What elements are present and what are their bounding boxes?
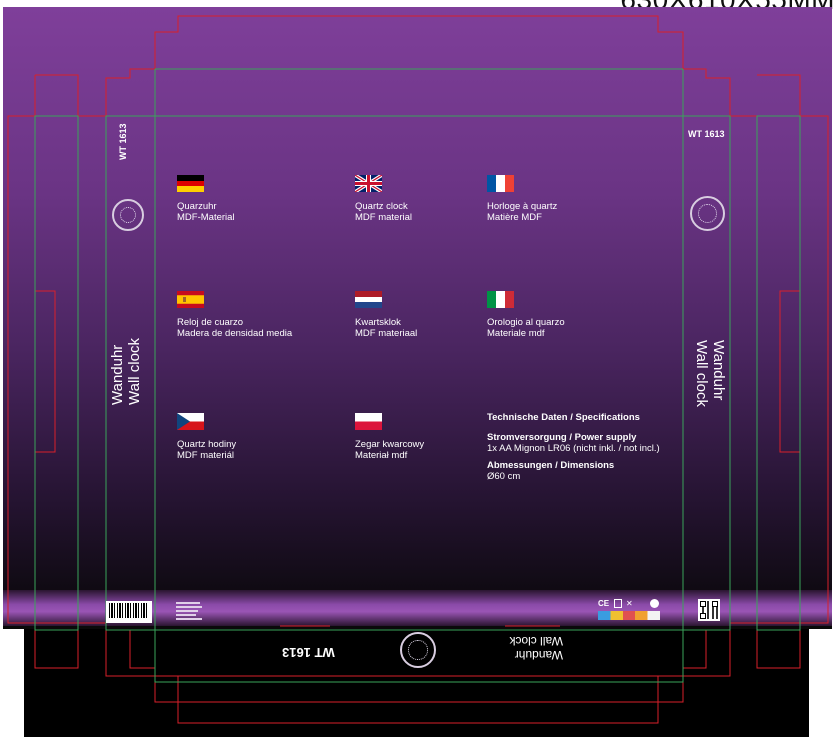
language-block-de: Quarzuhr MDF-Material [177, 201, 235, 223]
power-supply-value: 1x AA Mignon LR06 (nicht inkl. / not inc… [487, 443, 660, 454]
language-line: Quartz hodiny [177, 439, 237, 450]
seal-logo-icon [690, 196, 725, 231]
poland-flag-icon [355, 413, 382, 430]
title-de: Wanduhr [710, 340, 727, 401]
italy-flag-icon [487, 291, 514, 308]
language-line: Kwartsklok [355, 317, 401, 328]
flap-product-code: WT 1613 [282, 645, 335, 660]
barcode-icon [106, 601, 152, 623]
germany-flag-icon [177, 175, 204, 192]
dimensions-value: Ø60 cm [487, 471, 521, 482]
seal-logo-icon [112, 199, 144, 231]
language-block-it: Orologio al quarzo Materiale mdf [487, 317, 565, 339]
specs-heading: Technische Daten / Specifications [487, 412, 640, 423]
language-line: Quarzuhr [177, 201, 217, 212]
language-line: Orologio al quarzo [487, 317, 565, 328]
uk-flag-icon [355, 175, 382, 192]
language-line: Materiale mdf [487, 328, 545, 339]
language-block-nl: Kwartsklok MDF materiaal [355, 317, 417, 339]
seal-logo-icon [400, 632, 436, 668]
title-en: Wall clock [126, 338, 143, 405]
side-product-code-left: WT 1613 [118, 123, 128, 160]
language-line: MDF materiál [177, 450, 235, 461]
title-en: Wall clock [693, 340, 710, 407]
language-line: Quartz clock [355, 201, 408, 212]
language-block-cz: Quartz hodiny MDF materiál [177, 439, 236, 461]
language-line: Reloj de cuarzo [177, 317, 244, 328]
qr-code-icon [698, 599, 720, 621]
language-line: Horloge à quartz [487, 201, 558, 212]
czech-flag-icon [177, 413, 204, 430]
power-supply-heading: Stromversorgung / Power supply [487, 432, 637, 443]
language-line: Matière MDF [487, 212, 542, 223]
language-line: Madera de densidad media [177, 328, 293, 339]
title-en: Wall clock [509, 634, 563, 648]
language-line: MDF-Material [177, 212, 235, 223]
language-line: MDF materiaal [355, 328, 418, 339]
side-title-left: Wanduhr Wall clock [109, 338, 143, 405]
language-block-pl: Zegar kwarcowy Materiał mdf [355, 439, 424, 461]
flap-title: Wanduhr Wall clock [497, 634, 563, 662]
language-block-fr: Horloge à quartz Matière MDF [487, 201, 557, 223]
language-line: MDF material [355, 212, 413, 223]
certification-marks-icon: CE ✕ [598, 599, 660, 621]
netherlands-flag-icon [355, 291, 382, 308]
language-block-en: Quartz clock MDF material [355, 201, 412, 223]
side-title-right: Wanduhr Wall clock [693, 340, 727, 407]
spain-flag-icon [177, 291, 204, 308]
language-line: Zegar kwarcowy [355, 439, 425, 450]
language-line: Materiał mdf [355, 450, 408, 461]
side-product-code-right: WT 1613 [688, 129, 725, 139]
title-de: Wanduhr [514, 648, 563, 662]
dimensions-heading: Abmessungen / Dimensions [487, 460, 615, 471]
title-de: Wanduhr [109, 344, 126, 405]
france-flag-icon [487, 175, 514, 192]
small-print-block [176, 600, 204, 622]
language-block-es: Reloj de cuarzo Madera de densidad media [177, 317, 292, 339]
